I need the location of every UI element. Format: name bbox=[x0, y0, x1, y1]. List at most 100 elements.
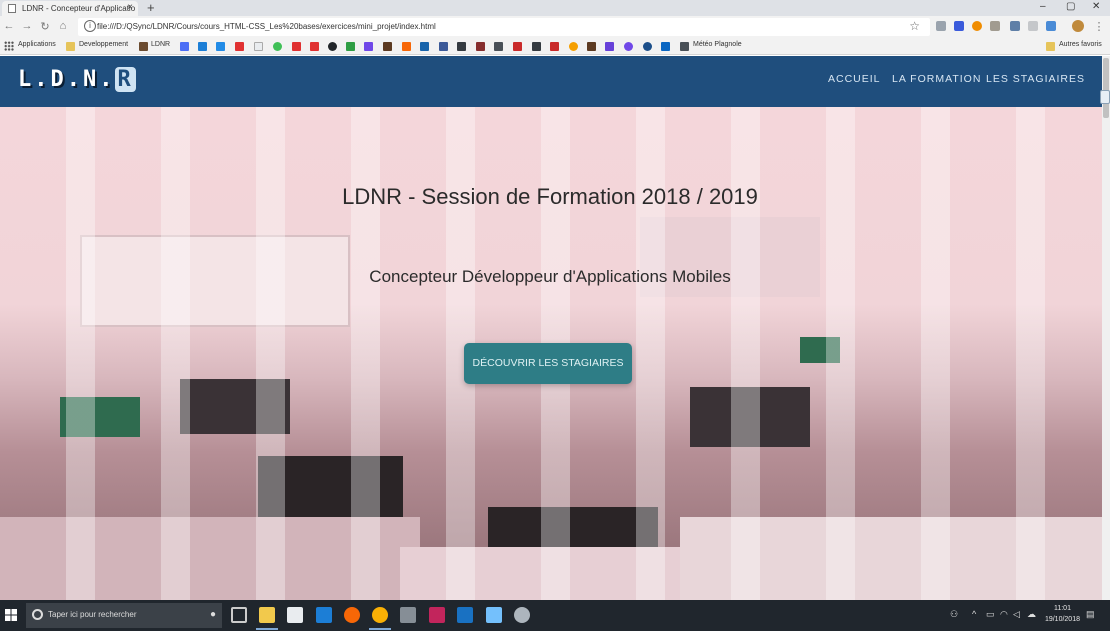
nav-accueil[interactable]: ACCUEIL bbox=[828, 73, 881, 85]
bookmark-icon[interactable] bbox=[254, 42, 263, 51]
youtube-icon[interactable] bbox=[310, 42, 319, 51]
shield-icon[interactable] bbox=[1010, 21, 1020, 31]
yahoo-icon[interactable] bbox=[605, 42, 614, 51]
scrollbar-thumb[interactable] bbox=[1103, 58, 1109, 118]
firefox-icon[interactable] bbox=[344, 607, 360, 623]
maximize-button[interactable]: ▢ bbox=[1066, 0, 1075, 14]
battery-icon[interactable]: ▭ bbox=[986, 609, 995, 620]
taskbar-search[interactable]: Taper ici pour rechercher ● bbox=[26, 603, 222, 628]
minimize-button[interactable]: – bbox=[1040, 0, 1046, 14]
chevron-up-icon[interactable]: ^ bbox=[972, 609, 976, 619]
notifications-icon[interactable]: ▤ bbox=[1086, 609, 1095, 620]
site-logo[interactable]: L.D.N.R bbox=[18, 67, 136, 95]
bookmark-icon[interactable] bbox=[216, 42, 225, 51]
windows-start-icon[interactable] bbox=[5, 609, 17, 621]
discover-trainees-button[interactable]: DÉCOUVRIR LES STAGIAIRES bbox=[464, 343, 632, 384]
bookmark-icon[interactable] bbox=[550, 42, 559, 51]
back-button[interactable]: ← bbox=[2, 20, 16, 32]
chrome-icon[interactable] bbox=[372, 607, 388, 623]
web-page: L.D.N.R ACCUEIL LA FORMATION LES STAGIAI… bbox=[0, 56, 1102, 600]
bookmark-meteo[interactable]: Météo Plagnole bbox=[693, 41, 742, 48]
bookmark-icon[interactable] bbox=[494, 42, 503, 51]
bookmark-icon[interactable] bbox=[383, 42, 392, 51]
wifi-icon[interactable]: ◠ bbox=[1000, 609, 1008, 620]
app-icon[interactable] bbox=[486, 607, 502, 623]
close-window-button[interactable]: ✕ bbox=[1092, 0, 1100, 14]
tab-title: LDNR - Concepteur d'Applicatio bbox=[22, 4, 136, 13]
mail-icon[interactable] bbox=[287, 607, 303, 623]
app-icon[interactable] bbox=[514, 607, 530, 623]
address-bar[interactable]: i file:///D:/QSync/LDNR/Cours/cours_HTML… bbox=[78, 18, 930, 36]
bookmark-icon[interactable] bbox=[346, 42, 355, 51]
bookmark-icon[interactable] bbox=[457, 42, 466, 51]
apps-grid-icon[interactable] bbox=[4, 41, 14, 51]
extension-icon[interactable] bbox=[972, 21, 982, 31]
extension-mail-icon[interactable] bbox=[936, 21, 946, 31]
reload-button[interactable]: ↻ bbox=[38, 20, 52, 33]
bookmark-icon[interactable] bbox=[569, 42, 578, 51]
new-tab-button[interactable]: + bbox=[147, 0, 155, 15]
volume-icon[interactable]: ◁ bbox=[1013, 609, 1020, 620]
bookmarks-bar: Applications Developpement LDNR Météo Pl… bbox=[0, 38, 1110, 55]
extension-icon[interactable] bbox=[1028, 21, 1038, 31]
bookmark-icon[interactable] bbox=[624, 42, 633, 51]
folder-icon bbox=[1046, 42, 1055, 51]
browser-toolbar: ← → ↻ ⌂ i file:///D:/QSync/LDNR/Cours/co… bbox=[0, 16, 1110, 38]
bookmark-icon[interactable] bbox=[476, 42, 485, 51]
bookmark-icon[interactable] bbox=[587, 42, 596, 51]
cortana-icon bbox=[32, 609, 43, 620]
paypal-icon[interactable] bbox=[420, 42, 429, 51]
taskbar-clock[interactable]: 11:01 19/10/2018 bbox=[1045, 603, 1080, 625]
profile-avatar[interactable] bbox=[1072, 20, 1084, 32]
clock-date: 19/10/2018 bbox=[1044, 616, 1080, 623]
logo-text: L.D.N. bbox=[18, 67, 116, 92]
bookmark-icon[interactable] bbox=[513, 42, 522, 51]
active-indicator bbox=[256, 628, 278, 630]
search-placeholder: Taper ici pour rechercher bbox=[48, 610, 137, 619]
bookmark-icon[interactable] bbox=[364, 42, 373, 51]
facebook-icon[interactable] bbox=[439, 42, 448, 51]
nav-les-stagiaires[interactable]: LES STAGIAIRES bbox=[986, 73, 1085, 85]
site-navbar: L.D.N.R ACCUEIL LA FORMATION LES STAGIAI… bbox=[0, 56, 1102, 107]
menu-kebab-icon[interactable]: ⋮ bbox=[1092, 20, 1106, 33]
bookmark-ldnr[interactable]: LDNR bbox=[151, 41, 170, 48]
bookmark-applications[interactable]: Applications bbox=[18, 41, 56, 48]
active-indicator bbox=[369, 628, 391, 630]
bookmark-icon[interactable] bbox=[273, 42, 282, 51]
url-text[interactable]: file:///D:/QSync/LDNR/Cours/cours_HTML-C… bbox=[97, 22, 436, 31]
logo-r: R bbox=[115, 67, 136, 92]
bookmark-icon[interactable] bbox=[532, 42, 541, 51]
file-explorer-icon[interactable] bbox=[259, 607, 275, 623]
browser-tab[interactable]: LDNR - Concepteur d'Applicatio × bbox=[2, 1, 138, 16]
task-view-icon[interactable] bbox=[231, 607, 247, 623]
bookmark-icon[interactable] bbox=[235, 42, 244, 51]
linkedin-icon[interactable] bbox=[661, 42, 670, 51]
microphone-icon[interactable]: ● bbox=[210, 609, 216, 620]
extension-icon[interactable] bbox=[990, 21, 1000, 31]
download-icon[interactable] bbox=[1046, 21, 1056, 31]
nav-la-formation[interactable]: LA FORMATION bbox=[892, 73, 981, 85]
app-icon[interactable] bbox=[429, 607, 445, 623]
side-panel-icon[interactable] bbox=[1100, 90, 1110, 104]
bookmark-icon[interactable] bbox=[402, 42, 411, 51]
bookmark-developpement[interactable]: Developpement bbox=[79, 41, 128, 48]
bookmark-icon[interactable] bbox=[328, 42, 337, 51]
app-icon[interactable] bbox=[400, 607, 416, 623]
home-button[interactable]: ⌂ bbox=[56, 20, 70, 32]
bookmark-icon[interactable] bbox=[198, 42, 207, 51]
word-icon[interactable] bbox=[457, 607, 473, 623]
folder-icon bbox=[66, 42, 75, 51]
info-icon[interactable]: i bbox=[84, 20, 96, 32]
extension-icon[interactable] bbox=[954, 21, 964, 31]
tab-close-icon[interactable]: × bbox=[127, 2, 133, 13]
bookmark-star-icon[interactable]: ☆ bbox=[909, 19, 920, 33]
app-icon[interactable] bbox=[316, 607, 332, 623]
bookmark-icon[interactable] bbox=[180, 42, 189, 51]
netflix-icon[interactable] bbox=[292, 42, 301, 51]
forward-button[interactable]: → bbox=[20, 20, 34, 32]
onedrive-icon[interactable]: ☁ bbox=[1027, 609, 1036, 620]
bookmark-others[interactable]: Autres favoris bbox=[1059, 41, 1102, 48]
people-icon[interactable]: ⚇ bbox=[950, 609, 958, 620]
scrollbar-track[interactable] bbox=[1102, 56, 1110, 600]
bookmark-icon[interactable] bbox=[643, 42, 652, 51]
